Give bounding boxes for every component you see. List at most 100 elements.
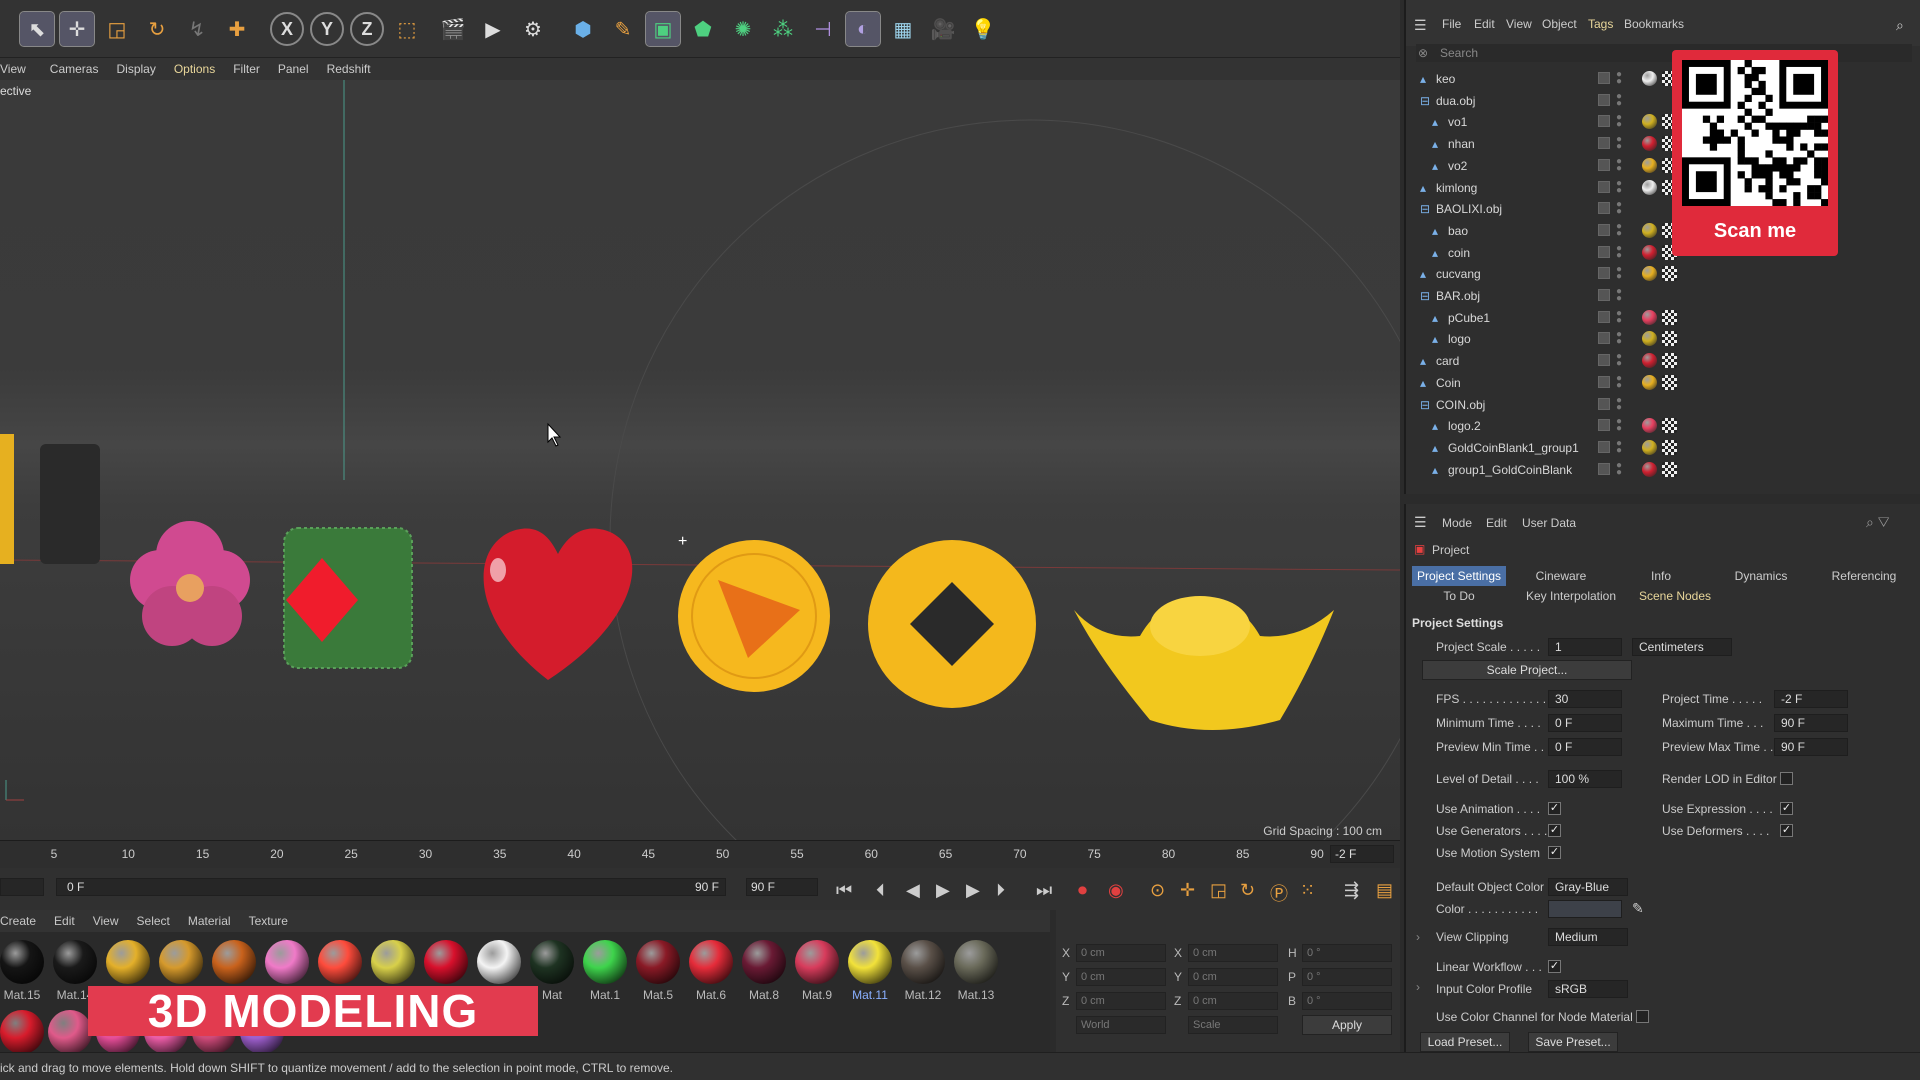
size-x-field[interactable]: 0 cm: [1188, 944, 1278, 962]
menu-options[interactable]: Options: [174, 62, 215, 76]
visibility-dots-icon[interactable]: ● ●: [1616, 113, 1622, 130]
menu-edit[interactable]: Edit: [1486, 516, 1507, 530]
material-tag-icon[interactable]: [1642, 331, 1657, 347]
view-clipping-expand-icon[interactable]: ›: [1416, 930, 1420, 944]
menu-view[interactable]: View: [1506, 17, 1532, 31]
object-row[interactable]: ▴ cucvang ● ●: [1406, 263, 1920, 285]
rotate-tool-icon[interactable]: ↻: [140, 12, 174, 46]
uvw-tag-icon[interactable]: [1662, 309, 1677, 325]
tab-cineware[interactable]: Cineware: [1516, 566, 1606, 586]
render-lod-checkbox[interactable]: [1780, 772, 1793, 785]
menu-texture[interactable]: Texture: [249, 914, 288, 928]
coordinate-mode-select[interactable]: Scale: [1188, 1016, 1278, 1034]
array-icon[interactable]: ⁂: [766, 12, 800, 46]
menu-panel[interactable]: Panel: [278, 62, 309, 76]
menu-tags[interactable]: Tags: [1588, 17, 1613, 31]
object-row[interactable]: ▴ group1_GoldCoinBlank ● ●: [1406, 459, 1920, 481]
material-swatch[interactable]: [530, 940, 574, 984]
material-swatch[interactable]: [477, 940, 521, 984]
visibility-dots-icon[interactable]: ● ●: [1616, 287, 1622, 304]
size-y-field[interactable]: 0 cm: [1188, 968, 1278, 986]
visibility-dots-icon[interactable]: ● ●: [1616, 460, 1622, 477]
render-picture-viewer-icon[interactable]: ▶: [476, 12, 510, 46]
menu-filter[interactable]: Filter: [233, 62, 260, 76]
tab-scene-nodes[interactable]: Scene Nodes: [1630, 586, 1720, 606]
object-row[interactable]: ▴ nhan ● ●: [1406, 133, 1920, 155]
visibility-dots-icon[interactable]: ● ●: [1616, 156, 1622, 173]
preview-max-field[interactable]: 90 F: [1774, 738, 1848, 756]
light-icon[interactable]: 💡: [966, 12, 1000, 46]
material-swatch[interactable]: [636, 940, 680, 984]
hamburger-icon[interactable]: ☰: [1414, 17, 1427, 34]
material-tag-icon[interactable]: [1642, 309, 1657, 325]
material-swatch[interactable]: [742, 940, 786, 984]
preview-range-slider[interactable]: 0 F 90 F: [56, 878, 726, 896]
material-swatch[interactable]: [48, 1010, 92, 1054]
material-swatch[interactable]: [689, 940, 733, 984]
visibility-dots-icon[interactable]: ● ●: [1616, 395, 1622, 412]
layer-checkbox[interactable]: [1598, 397, 1610, 410]
load-preset-button[interactable]: Load Preset...: [1420, 1032, 1510, 1052]
material-swatch[interactable]: [424, 940, 468, 984]
layer-checkbox[interactable]: [1598, 72, 1610, 84]
timeline-icon[interactable]: ⇶: [1344, 880, 1359, 901]
layer-checkbox[interactable]: [1598, 137, 1610, 150]
object-row[interactable]: ▴ logo.2 ● ●: [1406, 415, 1920, 437]
layer-checkbox[interactable]: [1598, 115, 1610, 128]
rotation-b-field[interactable]: 0 °: [1302, 992, 1392, 1010]
object-row[interactable]: ▴ GoldCoinBlank1_group1 ● ●: [1406, 437, 1920, 459]
tab-key-interpolation[interactable]: Key Interpolation: [1516, 586, 1626, 606]
key-pla-icon[interactable]: ⁙: [1300, 880, 1315, 901]
key-scale-icon[interactable]: ◲: [1210, 880, 1227, 901]
goto-start-icon[interactable]: ⏮: [836, 880, 852, 901]
add-tool-icon[interactable]: ✚: [220, 12, 254, 46]
object-row[interactable]: ▴ vo2 ● ●: [1406, 155, 1920, 177]
cloner-icon[interactable]: ✺: [726, 12, 760, 46]
next-key-icon[interactable]: ⏵: [996, 880, 1005, 901]
visibility-dots-icon[interactable]: ● ●: [1616, 308, 1622, 325]
layer-checkbox[interactable]: [1598, 462, 1610, 475]
visibility-dots-icon[interactable]: ● ●: [1616, 373, 1622, 390]
menu-edit[interactable]: Edit: [1474, 17, 1495, 31]
layer-checkbox[interactable]: [1598, 375, 1610, 388]
menu-object[interactable]: Object: [1542, 17, 1577, 31]
key-param-icon[interactable]: Ⓟ: [1270, 880, 1288, 906]
material-swatch[interactable]: [583, 940, 627, 984]
use-motion-checkbox[interactable]: ✓: [1548, 846, 1561, 859]
prev-frame-icon[interactable]: ◀: [906, 880, 920, 901]
material-tag-icon[interactable]: [1642, 136, 1657, 152]
material-swatch[interactable]: [0, 940, 44, 984]
visibility-dots-icon[interactable]: ● ●: [1616, 352, 1622, 369]
object-row[interactable]: ▴ vo1 ● ●: [1406, 111, 1920, 133]
dark-card-object[interactable]: [40, 444, 100, 564]
object-row[interactable]: ▴ kimlong ● ●: [1406, 177, 1920, 199]
uvw-tag-icon[interactable]: [1662, 461, 1677, 477]
object-row[interactable]: ▴ logo ● ●: [1406, 328, 1920, 350]
move-tool-icon[interactable]: ✛: [59, 11, 95, 47]
layer-checkbox[interactable]: [1598, 223, 1610, 236]
menu-view[interactable]: View: [0, 62, 26, 76]
play-icon[interactable]: ▶: [936, 880, 950, 901]
uvw-tag-icon[interactable]: [1662, 331, 1677, 347]
layer-checkbox[interactable]: [1598, 419, 1610, 432]
visibility-dots-icon[interactable]: ● ●: [1616, 200, 1622, 217]
menu-display[interactable]: Display: [116, 62, 155, 76]
material-swatch[interactable]: [901, 940, 945, 984]
layer-checkbox[interactable]: [1598, 332, 1610, 345]
material-tag-icon[interactable]: [1642, 114, 1657, 130]
gold-coin-square-hole-object[interactable]: [868, 540, 1036, 708]
material-tag-icon[interactable]: [1642, 157, 1657, 173]
uvw-tag-icon[interactable]: [1662, 374, 1677, 390]
camera-icon[interactable]: 🎥: [926, 12, 960, 46]
object-row[interactable]: ▴ pCube1 ● ●: [1406, 307, 1920, 329]
layer-checkbox[interactable]: [1598, 354, 1610, 367]
x-axis-lock-button[interactable]: X: [270, 12, 304, 46]
layer-checkbox[interactable]: [1598, 267, 1610, 280]
visibility-dots-icon[interactable]: ● ●: [1616, 135, 1622, 152]
uvw-tag-icon[interactable]: [1662, 353, 1677, 369]
material-tag-icon[interactable]: [1642, 418, 1657, 434]
layer-checkbox[interactable]: [1598, 158, 1610, 171]
layer-checkbox[interactable]: [1598, 289, 1610, 301]
cube-icon[interactable]: ⬢: [566, 12, 600, 46]
default-color-select[interactable]: Gray-Blue: [1548, 878, 1628, 896]
